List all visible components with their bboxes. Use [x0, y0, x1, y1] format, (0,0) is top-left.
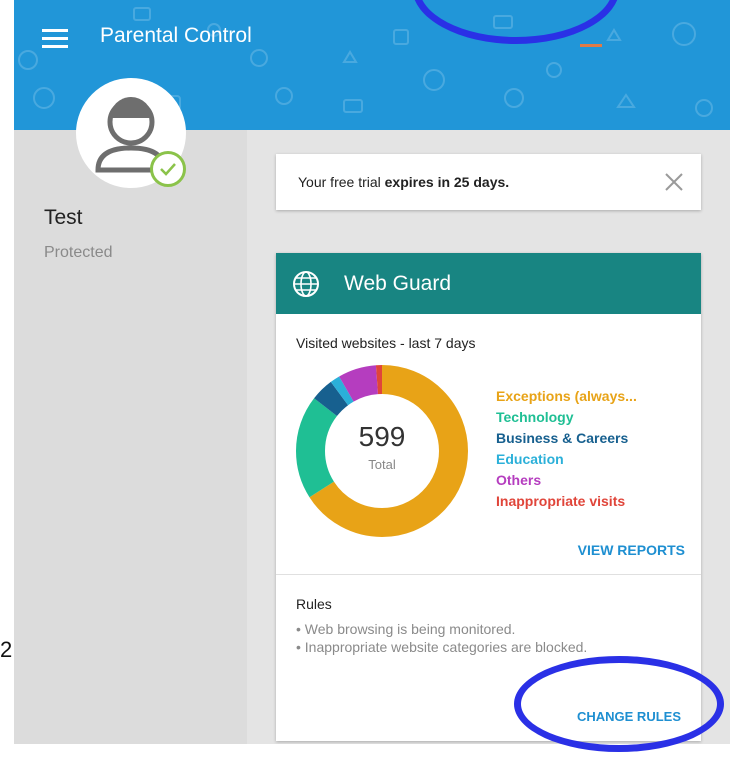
annotation-circle-change-rules: [514, 656, 724, 752]
globe-icon: [293, 271, 319, 297]
total-visits-value: 599: [358, 421, 406, 452]
check-circle-icon: [150, 151, 186, 187]
legend-item: Education: [496, 451, 564, 467]
rules-title: Rules: [296, 596, 332, 612]
legend-item: Inappropriate visits: [496, 493, 626, 509]
close-icon[interactable]: [663, 171, 685, 193]
hamburger-menu-icon[interactable]: [42, 29, 68, 49]
total-visits-label: Total: [368, 457, 396, 472]
legend-item: Technology: [496, 409, 574, 425]
profile-name: Test: [44, 206, 83, 229]
card-divider: [276, 574, 701, 575]
rule-item: • Web browsing is being monitored.: [296, 621, 516, 637]
legend-item: Exceptions (always...: [496, 388, 637, 404]
trial-card: Your free trial expires in 25 days.: [276, 154, 701, 210]
visits-donut-chart[interactable]: 599 Total: [296, 365, 468, 537]
web-guard-title: Web Guard: [344, 272, 451, 295]
edge-text: 2: [0, 637, 13, 662]
app-title: Parental Control: [100, 24, 252, 47]
legend-item: Business & Careers: [496, 430, 629, 446]
app-screen: Parental Control Test Protected Your fre…: [14, 0, 730, 744]
view-reports-button[interactable]: VIEW REPORTS: [578, 542, 685, 558]
web-guard-header: Web Guard: [276, 253, 701, 314]
visited-websites-label: Visited websites - last 7 days: [296, 335, 476, 351]
trial-message: Your free trial expires in 25 days.: [298, 174, 510, 190]
rule-item: • Inappropriate website categories are b…: [296, 639, 588, 655]
toolbar-indicator: [580, 44, 602, 47]
legend-item: Others: [496, 472, 542, 488]
profile-status: Protected: [44, 244, 113, 261]
chart-legend: Exceptions (always... Technology Business …: [496, 386, 637, 512]
